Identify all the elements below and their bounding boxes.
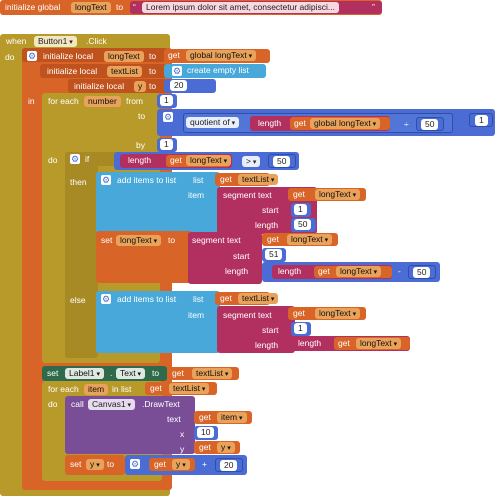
do-label: do (48, 155, 58, 165)
to-label: to (149, 51, 157, 61)
local-init-label-3: initialize local (74, 81, 125, 91)
do-label: do (5, 52, 15, 62)
length-block[interactable]: length get longText (292, 336, 410, 351)
gear-icon[interactable] (27, 51, 37, 61)
gear-icon[interactable] (163, 112, 173, 122)
compare-op-dropdown[interactable]: > (242, 156, 261, 167)
event-header: when Button1 .Click (2, 34, 164, 48)
set-label-text-block[interactable]: set Label1 . Text to (42, 366, 167, 381)
local-name-field-1[interactable]: longText (104, 51, 144, 62)
component-dropdown[interactable]: Label1 (65, 368, 104, 379)
gear-icon[interactable] (101, 175, 111, 185)
set-y-block[interactable]: set y to (65, 455, 125, 475)
event-name: .Click (86, 36, 107, 46)
gear-icon[interactable] (101, 294, 111, 304)
component-dropdown[interactable]: Canvas1 (88, 399, 136, 410)
local-name-field-3[interactable]: y (134, 81, 147, 92)
loop-var-field[interactable]: item (84, 384, 109, 395)
get-global-block[interactable]: get global longText (164, 49, 270, 63)
when-label: when (6, 36, 27, 46)
string-literal-block[interactable]: “ Lorem ipsum dolor sit amet, consectetu… (130, 1, 382, 14)
global-var-name-field[interactable]: longText (71, 2, 111, 13)
gear-icon[interactable] (70, 154, 80, 164)
loop-var-field[interactable]: number (84, 96, 121, 107)
get-var-dropdown[interactable]: global longText (186, 50, 257, 61)
in-label: in (28, 96, 35, 106)
compare-block[interactable]: length get longText > 50 (114, 152, 299, 170)
local-init-label-1: initialize local (43, 51, 94, 61)
create-empty-list-block[interactable]: create empty list (164, 64, 266, 78)
gear-icon[interactable] (172, 66, 182, 76)
gear-icon[interactable] (130, 459, 140, 469)
global-to-label: to (116, 2, 124, 12)
local-init-label-2: initialize local (47, 66, 98, 76)
get-block[interactable]: get textList (167, 367, 239, 380)
quotient-dropdown[interactable]: quotient of (186, 117, 240, 128)
string-value-field[interactable]: Lorem ipsum dolor sit amet, consectetur … (142, 2, 339, 13)
local-name-field-2[interactable]: textList (107, 66, 142, 77)
add-block[interactable]: get y + 20 (125, 455, 247, 475)
quotient-block[interactable]: quotient of length get global longText ÷… (183, 113, 453, 133)
number-block[interactable]: 20 (164, 79, 216, 93)
for-each-label: for each (48, 96, 79, 106)
subtract-block[interactable]: length get longText - 50 (262, 262, 440, 282)
component-dropdown[interactable]: Button1 (34, 36, 77, 47)
global-init-block[interactable]: initialize global longText to “ Lorem ip… (0, 0, 382, 15)
property-dropdown[interactable]: Text (116, 368, 146, 379)
by-number-block[interactable]: 1 (157, 138, 177, 152)
from-number-block[interactable]: 1 (157, 94, 177, 108)
global-init-label: initialize global (5, 2, 61, 12)
length-block[interactable]: length get global longText (250, 116, 390, 131)
